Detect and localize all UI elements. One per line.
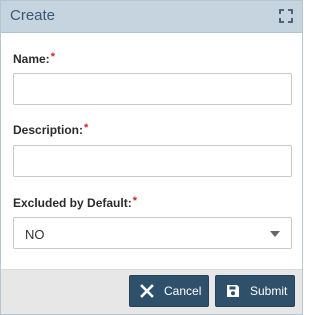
name-label-text: Name: (13, 52, 50, 66)
required-mark: * (84, 122, 89, 134)
cancel-button-label: Cancel (164, 284, 202, 298)
cancel-button[interactable]: Cancel (129, 275, 209, 307)
description-label-text: Description: (13, 123, 84, 137)
dialog-footer: Cancel Submit (1, 269, 302, 314)
description-input[interactable] (13, 145, 292, 177)
create-dialog: Create Name:* Description:* Excluded by … (0, 0, 303, 315)
name-input[interactable] (13, 73, 292, 105)
save-icon (226, 284, 240, 298)
name-label: Name:* (13, 51, 55, 66)
excluded-by-default-label: Excluded by Default:* (13, 195, 137, 210)
submit-button[interactable]: Submit (215, 275, 295, 307)
submit-button-label: Submit (250, 284, 288, 298)
required-mark: * (50, 51, 55, 63)
caret-down-icon (270, 231, 280, 237)
excluded-by-default-value: NO (25, 227, 45, 242)
dialog-titlebar: Create (1, 1, 302, 33)
dialog-title: Create (10, 7, 56, 24)
maximize-icon[interactable] (279, 9, 293, 23)
dialog-body: Name:* Description:* Excluded by Default… (1, 33, 302, 269)
close-icon (140, 284, 154, 298)
required-mark: * (132, 195, 137, 207)
description-label: Description:* (13, 122, 89, 137)
excluded-by-default-select[interactable]: NO (13, 217, 292, 249)
excluded-by-default-label-text: Excluded by Default: (13, 196, 132, 210)
